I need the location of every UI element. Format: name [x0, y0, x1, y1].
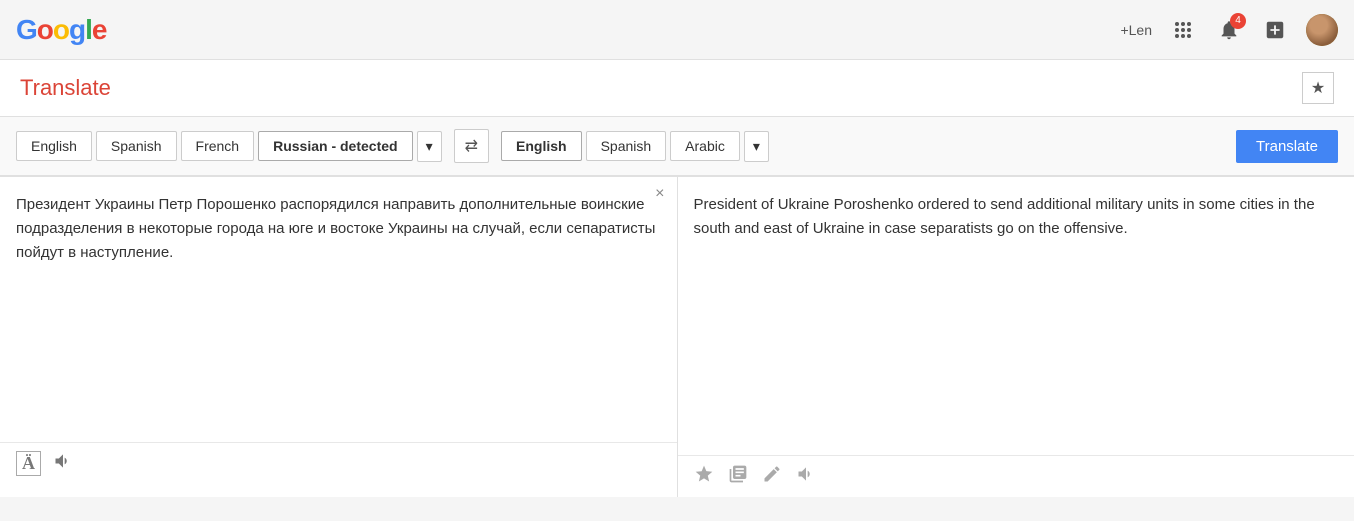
translate-main: English Spanish French Russian - detecte… — [0, 117, 1354, 497]
source-text-panel: Президент Украины Петр Порошенко распоря… — [0, 177, 678, 497]
edit-translation-icon[interactable] — [762, 464, 782, 489]
source-lang-section: English Spanish French Russian - detecte… — [16, 131, 442, 162]
target-lang-dropdown[interactable]: ▾ — [744, 131, 769, 162]
save-translation-icon[interactable] — [694, 464, 714, 489]
header-left: Google — [16, 14, 106, 46]
translate-button[interactable]: Translate — [1236, 130, 1338, 163]
target-lang-english[interactable]: English — [501, 131, 582, 161]
google-logo: Google — [16, 14, 106, 46]
page-title: Translate — [20, 75, 111, 101]
star-page-button[interactable]: ★ — [1302, 72, 1334, 104]
source-lang-russian[interactable]: Russian - detected — [258, 131, 412, 161]
source-lang-spanish[interactable]: Spanish — [96, 131, 177, 161]
source-text-input[interactable]: Президент Украины Петр Порошенко распоря… — [0, 177, 677, 437]
target-text-panel: President of Ukraine Poroshenko ordered … — [678, 177, 1354, 497]
clear-source-button[interactable]: × — [655, 185, 664, 203]
page-title-bar: Translate ★ — [0, 60, 1354, 117]
notification-icon[interactable]: 4 — [1214, 15, 1244, 45]
translated-text: President of Ukraine Poroshenko ordered … — [678, 177, 1354, 257]
header-right: +Len 4 — [1120, 14, 1338, 46]
apps-icon[interactable] — [1168, 15, 1198, 45]
font-size-icon[interactable]: Ä — [16, 451, 41, 476]
compose-icon[interactable] — [1260, 15, 1290, 45]
header: Google +Len 4 — [0, 0, 1354, 60]
swap-languages-button[interactable]: ⇄ — [454, 129, 489, 163]
target-lang-section: English Spanish Arabic ▾ — [501, 131, 769, 162]
source-panel-footer: Ä — [0, 442, 677, 484]
panels-container: Президент Украины Петр Порошенко распоря… — [0, 176, 1354, 497]
source-lang-french[interactable]: French — [181, 131, 255, 161]
target-panel-footer — [678, 455, 1354, 497]
language-bar: English Spanish French Russian - detecte… — [0, 117, 1354, 176]
source-lang-english[interactable]: English — [16, 131, 92, 161]
target-lang-arabic[interactable]: Arabic — [670, 131, 740, 161]
source-speaker-icon[interactable] — [53, 451, 73, 476]
phrasebook-icon[interactable] — [728, 464, 748, 489]
target-speaker-icon[interactable] — [796, 464, 816, 489]
avatar[interactable] — [1306, 14, 1338, 46]
source-lang-dropdown[interactable]: ▾ — [417, 131, 442, 162]
notification-badge: 4 — [1230, 13, 1246, 29]
target-lang-spanish[interactable]: Spanish — [586, 131, 667, 161]
user-label[interactable]: +Len — [1120, 22, 1152, 38]
